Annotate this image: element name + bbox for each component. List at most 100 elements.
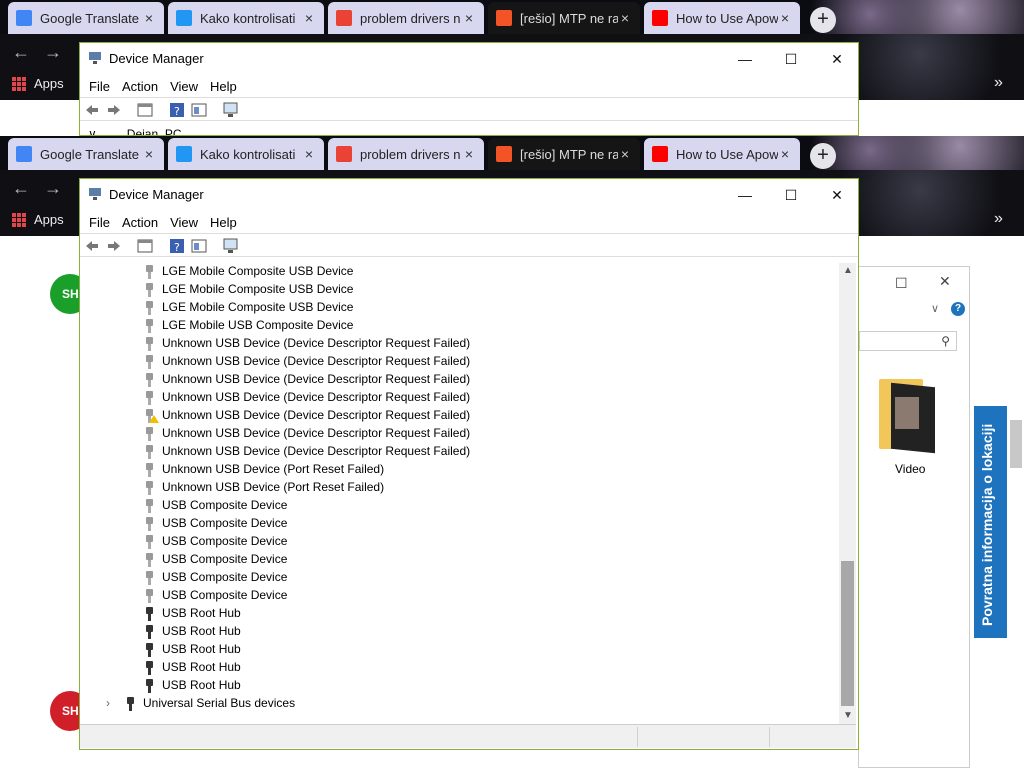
menu-help[interactable]: Help xyxy=(204,79,243,94)
tree-category-row[interactable]: › Universal Serial Bus devices xyxy=(80,695,840,713)
close-button[interactable]: ✕ xyxy=(814,183,860,207)
tree-row-label: USB Composite Device xyxy=(162,498,288,512)
tree-row[interactable]: USB Root Hub xyxy=(80,677,840,695)
forward-arrow-icon[interactable] xyxy=(106,102,122,118)
tab-close-icon[interactable]: × xyxy=(618,10,632,26)
browser-tab[interactable]: [rešio] MTP ne ra × xyxy=(488,138,640,170)
tab-favicon-icon xyxy=(176,146,192,162)
properties-icon[interactable] xyxy=(137,238,153,254)
bookmarks-overflow-icon[interactable]: » xyxy=(994,210,1003,228)
apps-shortcut[interactable]: Apps xyxy=(12,212,64,227)
close-icon[interactable]: ✕ xyxy=(939,273,951,290)
menu-help[interactable]: Help xyxy=(204,215,243,230)
tree-row[interactable]: USB Root Hub xyxy=(80,659,840,677)
tree-row[interactable]: Unknown USB Device (Device Descriptor Re… xyxy=(80,407,840,425)
menu-view[interactable]: View xyxy=(164,215,204,230)
maximize-button[interactable]: ☐ xyxy=(768,47,814,71)
new-tab-button[interactable]: + xyxy=(810,7,836,33)
tab-close-icon[interactable]: × xyxy=(142,10,156,26)
browser-tab[interactable]: Kako kontrolisati × xyxy=(168,138,324,170)
browser-tab[interactable]: problem drivers n × xyxy=(328,138,484,170)
tree-row[interactable]: Unknown USB Device (Device Descriptor Re… xyxy=(80,425,840,443)
help-icon[interactable]: ? xyxy=(169,102,185,118)
search-box[interactable]: ⚲ xyxy=(859,331,957,351)
browser-tab[interactable]: Google Translate × xyxy=(8,2,164,34)
maximize-icon[interactable]: ☐ xyxy=(895,275,908,292)
maximize-button[interactable]: ☐ xyxy=(768,183,814,207)
tab-close-icon[interactable]: × xyxy=(142,146,156,162)
browser-tab[interactable]: How to Use Apow × xyxy=(644,138,800,170)
tab-close-icon[interactable]: × xyxy=(302,146,316,162)
tree-row[interactable]: Unknown USB Device (Device Descriptor Re… xyxy=(80,389,840,407)
tab-close-icon[interactable]: × xyxy=(618,146,632,162)
browser-tab[interactable]: Google Translate × xyxy=(8,138,164,170)
tree-row[interactable]: USB Composite Device xyxy=(80,515,840,533)
tree-row[interactable]: USB Composite Device xyxy=(80,497,840,515)
tree-row[interactable]: USB Composite Device xyxy=(80,587,840,605)
help-icon[interactable]: ? xyxy=(169,238,185,254)
tab-close-icon[interactable]: × xyxy=(462,10,476,26)
tree-row[interactable]: USB Composite Device xyxy=(80,569,840,587)
tree-row[interactable]: USB Composite Device xyxy=(80,533,840,551)
minimize-button[interactable]: — xyxy=(722,47,768,71)
tree-scrollbar[interactable]: ▲ ▼ xyxy=(839,263,856,724)
tree-row[interactable]: USB Root Hub xyxy=(80,623,840,641)
browser-tab[interactable]: problem drivers n × xyxy=(328,2,484,34)
tab-close-icon[interactable]: × xyxy=(778,10,792,26)
tree-row[interactable]: Unknown USB Device (Device Descriptor Re… xyxy=(80,371,840,389)
scrollbar-thumb[interactable] xyxy=(841,561,854,706)
scan-hardware-icon[interactable] xyxy=(223,102,239,118)
tab-close-icon[interactable]: × xyxy=(302,10,316,26)
menu-action[interactable]: Action xyxy=(116,215,164,230)
feedback-side-tab[interactable]: Povratna informacija o lokaciji xyxy=(974,406,1007,638)
apps-shortcut[interactable]: Apps xyxy=(12,76,64,91)
forward-arrow-icon[interactable]: → xyxy=(44,42,62,63)
menu-view[interactable]: View xyxy=(164,79,204,94)
update-driver-icon[interactable] xyxy=(191,238,207,254)
tree-row[interactable]: USB Composite Device xyxy=(80,551,840,569)
update-driver-icon[interactable] xyxy=(191,102,207,118)
menu-action[interactable]: Action xyxy=(116,79,164,94)
tree-row[interactable]: LGE Mobile USB Composite Device xyxy=(80,317,840,335)
menu-file[interactable]: File xyxy=(83,215,116,230)
scroll-down-icon[interactable]: ▼ xyxy=(843,710,853,721)
tree-row[interactable]: Unknown USB Device (Device Descriptor Re… xyxy=(80,353,840,371)
bookmarks-overflow-icon[interactable]: » xyxy=(994,74,1003,92)
properties-icon[interactable] xyxy=(137,102,153,118)
new-tab-button[interactable]: + xyxy=(810,143,836,169)
minimize-button[interactable]: — xyxy=(722,183,768,207)
tree-row[interactable]: Unknown USB Device (Device Descriptor Re… xyxy=(80,335,840,353)
chevron-down-icon[interactable]: ∨ xyxy=(931,302,939,315)
title-bar[interactable]: Device Manager — ☐ ✕ xyxy=(80,179,858,211)
page-scrollbar-thumb[interactable] xyxy=(1010,420,1022,468)
folder-icon[interactable] xyxy=(879,375,935,455)
close-button[interactable]: ✕ xyxy=(814,47,858,71)
back-arrow-icon[interactable]: ← xyxy=(12,178,30,199)
tree-row[interactable]: LGE Mobile Composite USB Device xyxy=(80,263,840,281)
tree-row[interactable]: Unknown USB Device (Port Reset Failed) xyxy=(80,461,840,479)
tab-close-icon[interactable]: × xyxy=(778,146,792,162)
title-bar[interactable]: Device Manager — ☐ ✕ xyxy=(80,43,858,75)
browser-tab[interactable]: [rešio] MTP ne ra × xyxy=(488,2,640,34)
browser-tab[interactable]: Kako kontrolisati × xyxy=(168,2,324,34)
tree-row[interactable]: Unknown USB Device (Port Reset Failed) xyxy=(80,479,840,497)
back-arrow-icon[interactable] xyxy=(84,238,100,254)
tree-row[interactable]: LGE Mobile Composite USB Device xyxy=(80,281,840,299)
tree-row[interactable]: Unknown USB Device (Device Descriptor Re… xyxy=(80,443,840,461)
back-arrow-icon[interactable]: ← xyxy=(12,42,30,63)
back-arrow-icon[interactable] xyxy=(84,102,100,118)
help-icon[interactable]: ? xyxy=(951,302,965,316)
scroll-up-icon[interactable]: ▲ xyxy=(843,265,853,276)
tree-row[interactable]: USB Root Hub xyxy=(80,605,840,623)
expand-chevron-icon[interactable]: › xyxy=(106,696,110,710)
scan-hardware-icon[interactable] xyxy=(223,238,239,254)
forward-arrow-icon[interactable] xyxy=(106,238,122,254)
computer-node[interactable]: ∨ Dejan_PC xyxy=(88,127,182,135)
forward-arrow-icon[interactable]: → xyxy=(44,178,62,199)
menu-file[interactable]: File xyxy=(83,79,116,94)
tree-row[interactable]: LGE Mobile Composite USB Device xyxy=(80,299,840,317)
menu-bar: File Action View Help xyxy=(80,211,858,233)
tree-row[interactable]: USB Root Hub xyxy=(80,641,840,659)
tab-close-icon[interactable]: × xyxy=(462,146,476,162)
browser-tab[interactable]: How to Use Apow × xyxy=(644,2,800,34)
